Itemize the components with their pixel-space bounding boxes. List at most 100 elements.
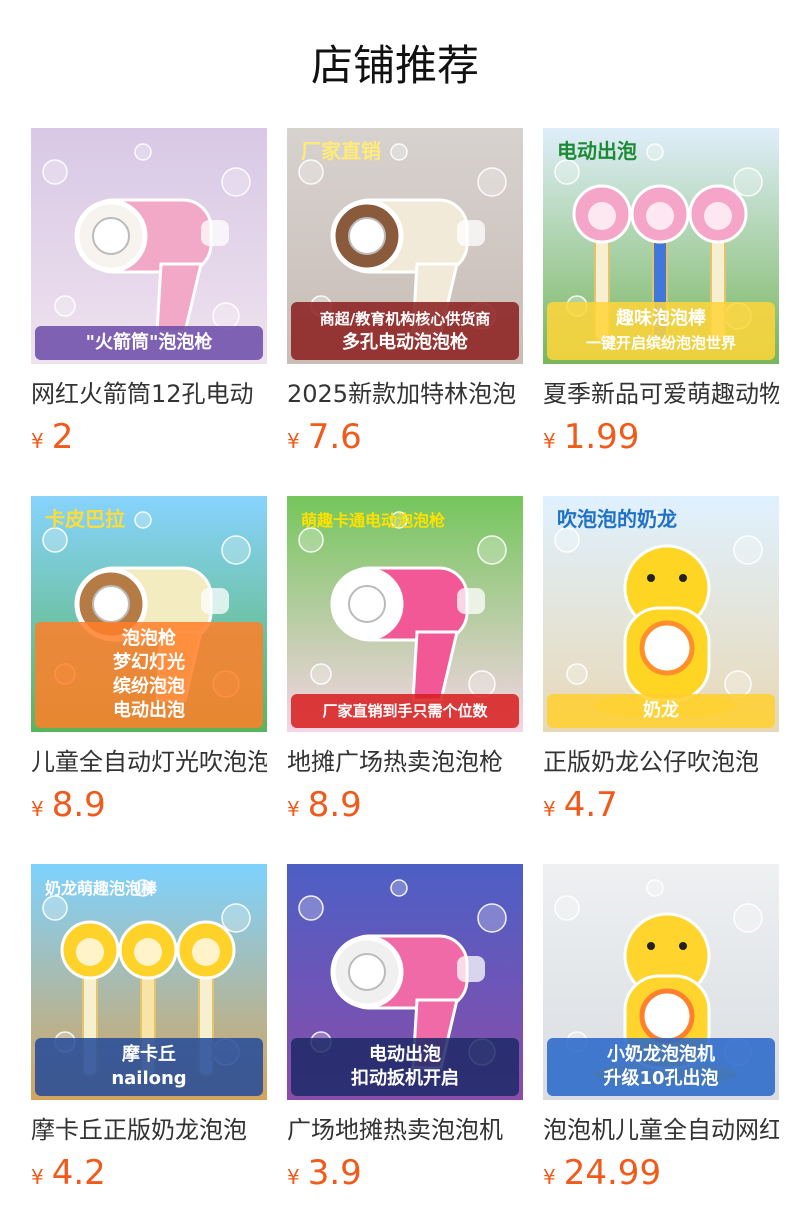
bubble-decoration-0 [554, 159, 580, 185]
product-image[interactable]: 奶龙萌趣泡泡棒摩卡丘 nailong [31, 864, 267, 1100]
image-banner-text: nailong [111, 1068, 186, 1089]
product-name[interactable]: 网红火箭筒12孔电动 [31, 374, 267, 414]
product-card[interactable]: 萌趣卡通电动泡泡枪厂家直销到手只需个位数 地摊广场热卖泡泡枪 ¥8.9 [287, 496, 523, 828]
gun-back-shape [201, 220, 229, 246]
image-banner-text: 升级10孔出泡 [603, 1067, 718, 1089]
product-card[interactable]: 小奶龙泡泡机 升级10孔出泡 泡泡机儿童全自动网红 ¥24.99 [543, 864, 779, 1196]
product-grid: "火箭筒"泡泡枪 网红火箭筒12孔电动 ¥2 厂家直销 商超/教育机构核心供货商多… [0, 0, 790, 1232]
product-name[interactable]: 泡泡机儿童全自动网红 [543, 1110, 779, 1150]
fan-center-shape [92, 217, 130, 255]
product-image[interactable]: 小奶龙泡泡机 升级10孔出泡 [543, 864, 779, 1100]
product-name[interactable]: 广场地摊热卖泡泡机 [287, 1110, 523, 1150]
fan-center-shape [348, 585, 386, 623]
image-banner-text: 奶龙 [643, 699, 679, 721]
bubble-decoration-0 [554, 527, 580, 553]
bubble-decoration-1 [221, 167, 251, 197]
product-image[interactable]: 电动出泡趣味泡泡棒一键开启缤纷泡泡世界 [543, 128, 779, 364]
product-card[interactable]: 吹泡泡的奶龙奶龙 正版奶龙公仔吹泡泡 ¥4.7 [543, 496, 779, 828]
currency-symbol: ¥ [543, 1165, 556, 1189]
bubble-decoration-1 [221, 535, 251, 565]
bubble-decoration-0 [298, 159, 324, 185]
product-price: ¥8.9 [31, 782, 106, 828]
bubble-ring-shape [646, 202, 674, 230]
product-card[interactable]: "火箭筒"泡泡枪 网红火箭筒12孔电动 ¥2 [31, 128, 267, 460]
currency-symbol: ¥ [543, 429, 556, 453]
bubble-decoration-0 [42, 895, 68, 921]
image-title-text: 奶龙萌趣泡泡棒 [45, 879, 158, 898]
bubble-ring-shape [76, 938, 104, 966]
product-price: ¥1.99 [543, 414, 639, 460]
bubble-decoration-3 [212, 302, 240, 330]
price-amount: 7.6 [307, 417, 362, 457]
product-image[interactable]: 吹泡泡的奶龙奶龙 [543, 496, 779, 732]
product-card[interactable]: 奶龙萌趣泡泡棒摩卡丘 nailong 摩卡丘正版奶龙泡泡 ¥4.2 [31, 864, 267, 1196]
currency-symbol: ¥ [287, 429, 300, 453]
product-image[interactable]: 厂家直销 商超/教育机构核心供货商 多孔电动泡泡枪 [287, 128, 523, 364]
currency-symbol: ¥ [543, 797, 556, 821]
product-name[interactable]: 2025新款加特林泡泡 [287, 374, 523, 414]
bubble-ring-shape [704, 202, 732, 230]
product-name[interactable]: 夏季新品可爱萌趣动物 [543, 374, 779, 414]
bubble-decoration-4 [646, 143, 664, 161]
bubble-decoration-3 [468, 670, 496, 698]
product-card[interactable]: 电动出泡趣味泡泡棒一键开启缤纷泡泡世界 夏季新品可爱萌趣动物 ¥1.99 [543, 128, 779, 460]
animal-bubble-wands-image: 电动出泡趣味泡泡棒一键开启缤纷泡泡世界 [543, 128, 779, 364]
image-title-text: 卡皮巴拉 [45, 507, 125, 531]
image-banner-text: 一键开启缤纷泡泡世界 [586, 334, 736, 352]
product-card[interactable]: 厂家直销 商超/教育机构核心供货商 多孔电动泡泡枪 2025新款加特林泡泡 ¥7.6 [287, 128, 523, 460]
bubble-fan-shape [639, 620, 695, 676]
bubble-decoration-0 [554, 895, 580, 921]
product-name[interactable]: 地摊广场热卖泡泡枪 [287, 742, 523, 782]
image-banner-text: "火箭筒"泡泡枪 [86, 331, 213, 353]
bubble-fan-shape [639, 988, 695, 1044]
image-banner-text: 厂家直销到手只需个位数 [322, 702, 488, 720]
price-amount: 3.9 [307, 1153, 362, 1193]
price-amount: 4.7 [563, 785, 618, 825]
product-price: ¥4.7 [543, 782, 618, 828]
product-card[interactable]: 电动出泡 扣动扳机开启 广场地摊热卖泡泡机 ¥3.9 [287, 864, 523, 1196]
bubble-decoration-1 [221, 903, 251, 933]
price-amount: 4.2 [51, 1153, 106, 1193]
toy-eye-right [679, 574, 687, 582]
bubble-decoration-1 [733, 903, 763, 933]
image-banner-text: 摩卡丘 [122, 1043, 176, 1065]
gun-back-shape [457, 220, 485, 246]
image-banner-text: 趣味泡泡棒 [615, 307, 707, 329]
image-title-text: 电动出泡 [557, 139, 637, 163]
dragon-bubble-wands-image: 奶龙萌趣泡泡棒摩卡丘 nailong [31, 864, 267, 1100]
bubble-decoration-1 [477, 167, 507, 197]
bubble-decoration-1 [477, 535, 507, 565]
image-title-text: 厂家直销 [301, 139, 381, 163]
little-dragon-bubble-machine-image: 小奶龙泡泡机升级10孔出泡 [543, 864, 779, 1100]
product-name[interactable]: 儿童全自动灯光吹泡泡 [31, 742, 267, 782]
fan-center-shape [348, 953, 386, 991]
product-card[interactable]: 卡皮巴拉 泡泡枪 梦幻灯光 缤纷泡泡 电动出泡 儿童全自动灯光吹泡泡 ¥8.9 [31, 496, 267, 828]
image-title-text: 吹泡泡的奶龙 [557, 507, 677, 531]
gun-back-shape [457, 956, 485, 982]
product-image[interactable]: 卡皮巴拉 泡泡枪 梦幻灯光 缤纷泡泡 电动出泡 [31, 496, 267, 732]
image-banner-text: 扣动扳机开启 [351, 1067, 459, 1089]
bubble-decoration-0 [42, 527, 68, 553]
bubble-ring-shape [588, 202, 616, 230]
product-image[interactable]: 萌趣卡通电动泡泡枪厂家直销到手只需个位数 [287, 496, 523, 732]
product-image[interactable]: "火箭筒"泡泡枪 [31, 128, 267, 364]
price-amount: 8.9 [307, 785, 362, 825]
price-amount: 8.9 [51, 785, 106, 825]
product-price: ¥4.2 [31, 1150, 106, 1196]
product-name[interactable]: 摩卡丘正版奶龙泡泡 [31, 1110, 267, 1150]
bubble-decoration-4 [390, 879, 408, 897]
image-banner-text: 电动出泡 [369, 1043, 441, 1065]
price-amount: 2 [51, 417, 74, 457]
currency-symbol: ¥ [287, 1165, 300, 1189]
bubble-decoration-4 [646, 879, 664, 897]
image-title-text: 萌趣卡通电动泡泡枪 [301, 511, 445, 530]
bubble-decoration-0 [298, 527, 324, 553]
image-banner-text: 小奶龙泡泡机 [607, 1043, 715, 1065]
capybara-bubble-gun-image: 卡皮巴拉泡泡枪梦幻灯光缤纷泡泡电动出泡 [31, 496, 267, 732]
currency-symbol: ¥ [287, 797, 300, 821]
bubble-ring-shape [134, 938, 162, 966]
product-name[interactable]: 正版奶龙公仔吹泡泡 [543, 742, 779, 782]
product-price: ¥24.99 [543, 1150, 661, 1196]
product-image[interactable]: 电动出泡 扣动扳机开启 [287, 864, 523, 1100]
bubble-decoration-2 [310, 663, 332, 685]
